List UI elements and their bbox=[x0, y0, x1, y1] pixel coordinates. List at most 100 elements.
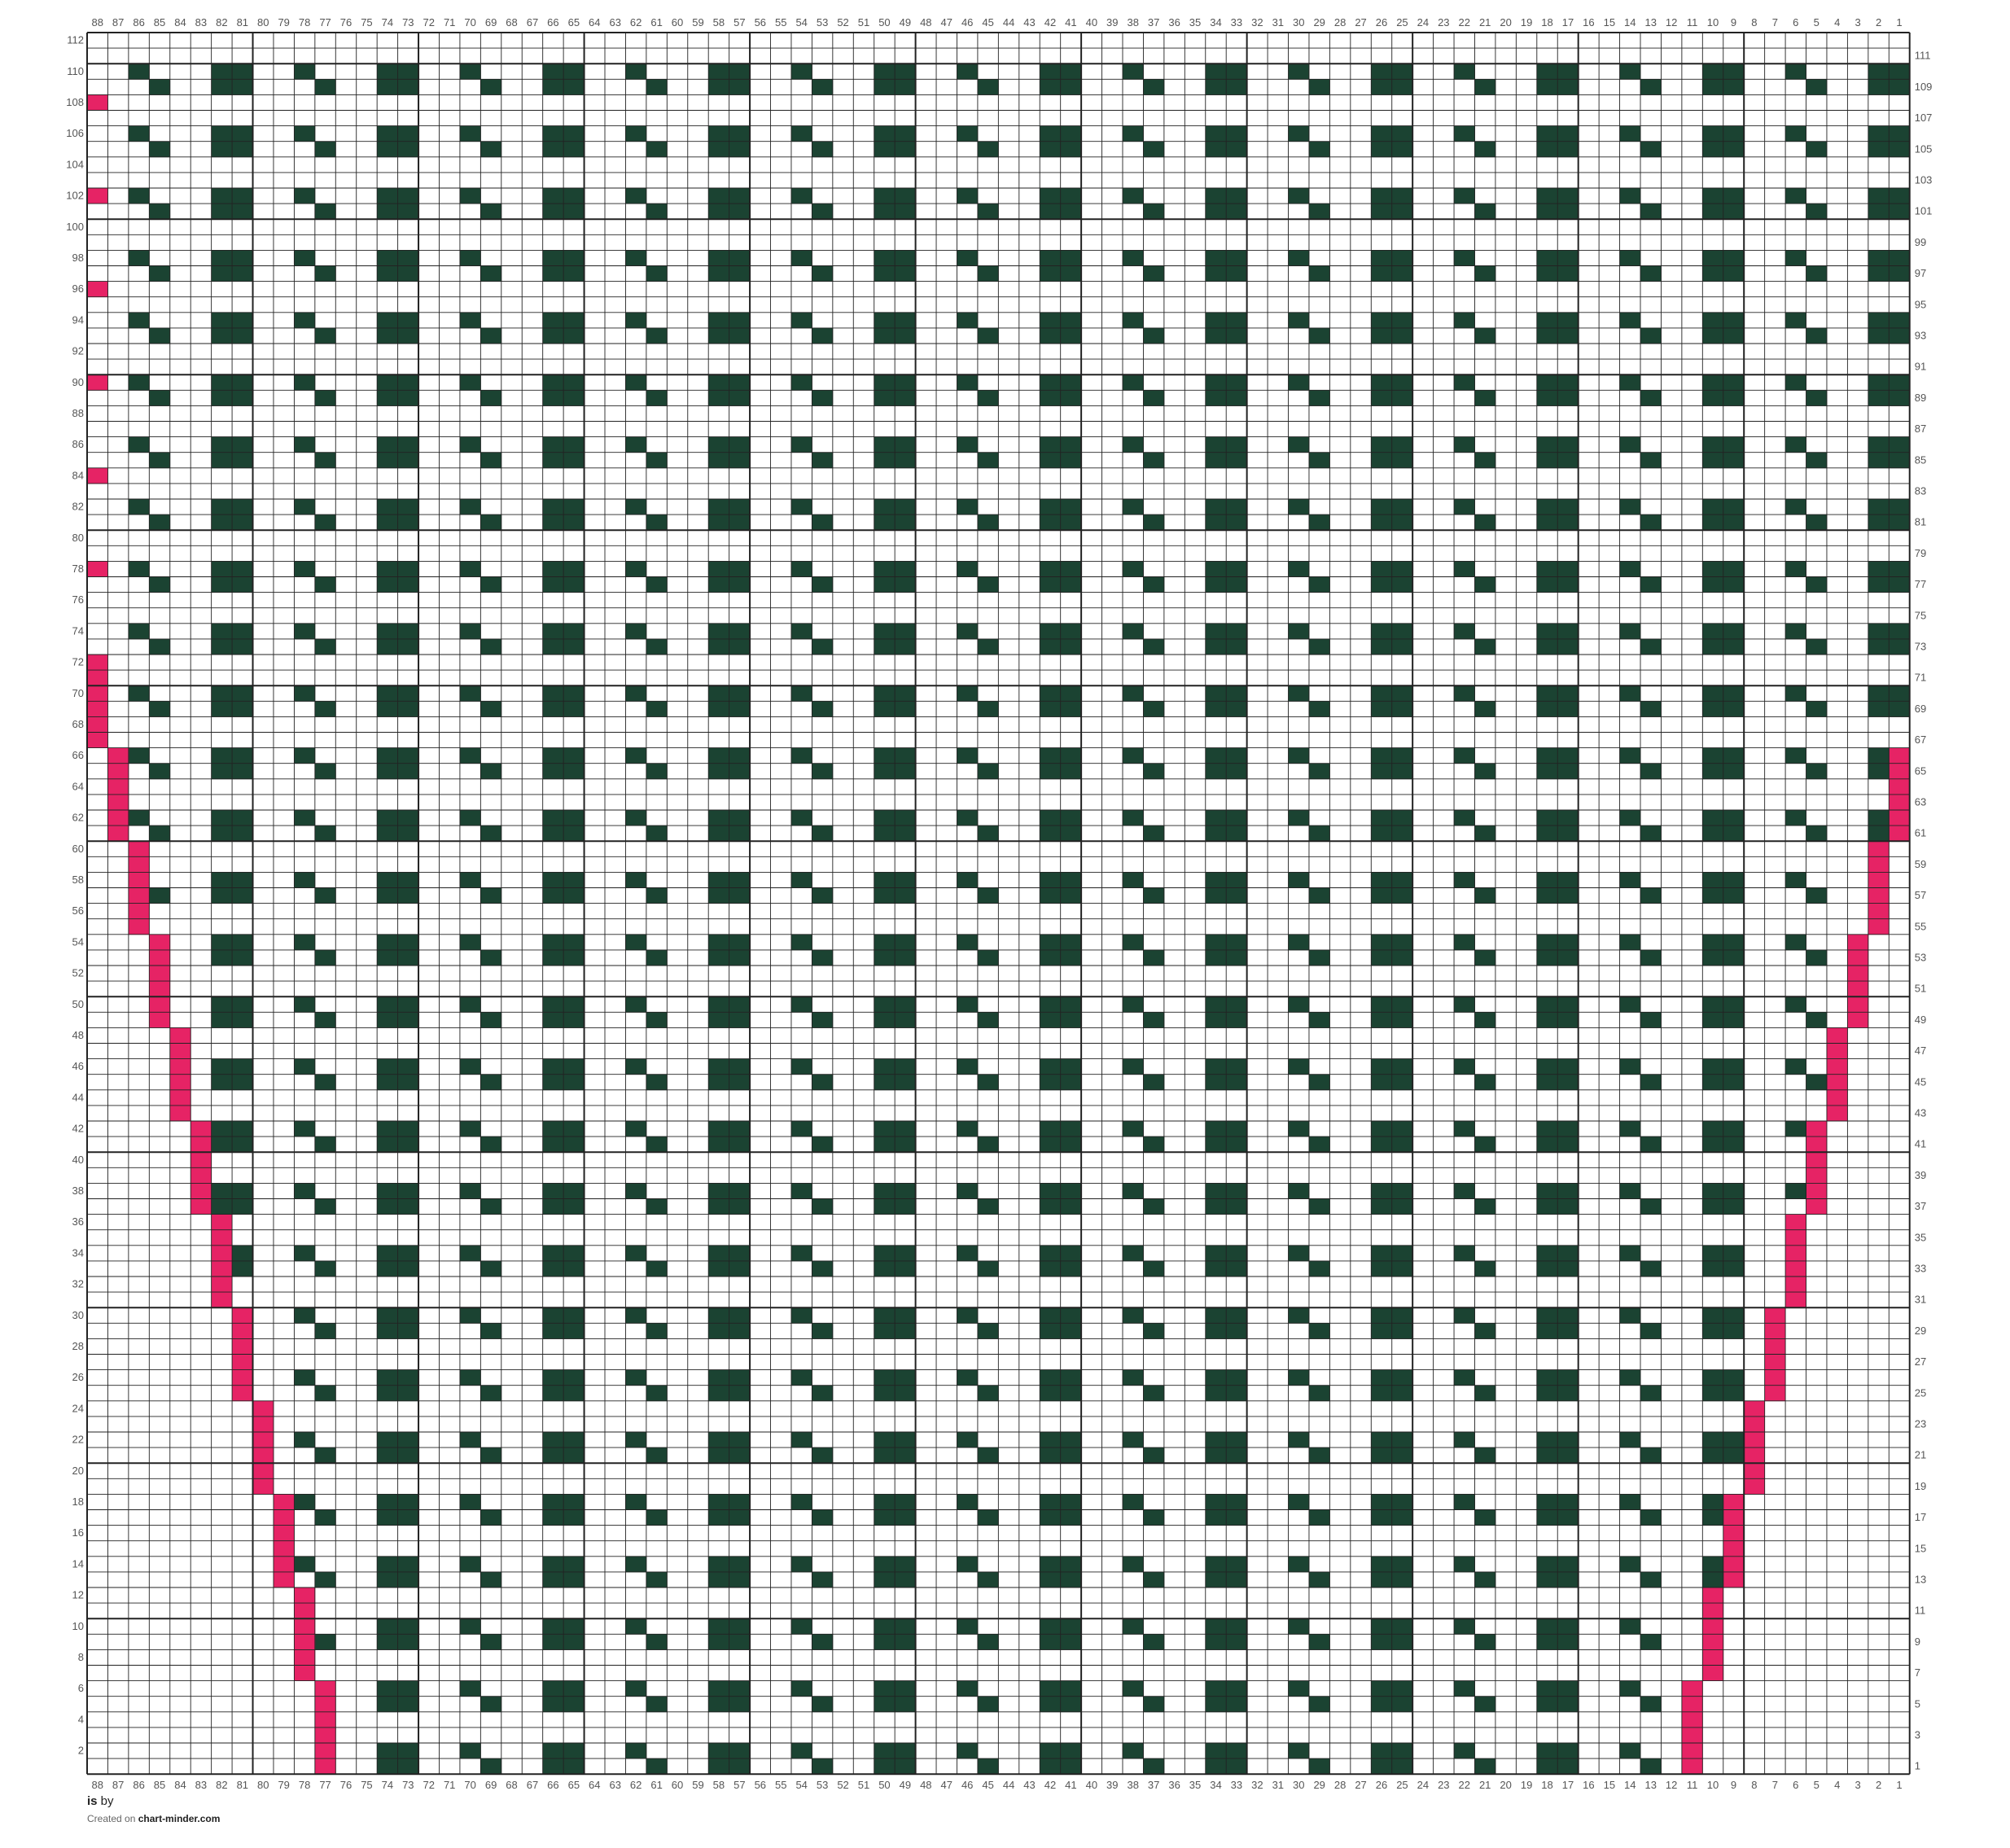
stitch-cell bbox=[480, 825, 502, 842]
stitch-cell bbox=[646, 1696, 668, 1713]
stitch-cell bbox=[957, 1369, 979, 1386]
stitch-cell bbox=[1868, 515, 1890, 531]
stitch-cell bbox=[397, 1369, 419, 1386]
stitch-cell bbox=[149, 763, 171, 780]
stitch-cell bbox=[563, 1323, 585, 1339]
stitch-cell bbox=[1060, 250, 1082, 266]
column-label-bottom: 24 bbox=[1417, 1779, 1429, 1791]
stitch-cell bbox=[1723, 810, 1745, 826]
stitch-cell bbox=[294, 188, 316, 204]
column-label-top: 32 bbox=[1251, 16, 1263, 28]
column-label-bottom: 47 bbox=[941, 1779, 952, 1791]
stitch-cell bbox=[874, 1245, 896, 1262]
contrast-cell bbox=[1702, 1618, 1724, 1635]
stitch-cell bbox=[1226, 1509, 1248, 1526]
stitch-cell bbox=[1702, 1385, 1724, 1402]
stitch-cell bbox=[563, 1121, 585, 1137]
contrast-cell bbox=[1847, 1012, 1869, 1028]
stitch-cell bbox=[232, 623, 253, 640]
stitch-cell bbox=[708, 1012, 730, 1028]
stitch-cell bbox=[397, 810, 419, 826]
stitch-cell bbox=[1040, 576, 1062, 593]
stitch-cell bbox=[1308, 1696, 1330, 1713]
row-label-left: 76 bbox=[72, 593, 84, 606]
stitch-cell bbox=[1308, 1074, 1330, 1091]
stitch-cell bbox=[1391, 312, 1413, 329]
stitch-cell bbox=[314, 390, 336, 406]
stitch-cell bbox=[1205, 1183, 1227, 1199]
contrast-cell bbox=[1826, 1027, 1848, 1044]
stitch-cell bbox=[646, 1385, 668, 1402]
stitch-cell bbox=[542, 934, 564, 951]
contrast-cell bbox=[87, 716, 108, 733]
stitch-cell bbox=[1640, 1385, 1662, 1402]
stitch-cell bbox=[1474, 327, 1496, 344]
stitch-cell bbox=[1474, 1260, 1496, 1277]
stitch-cell bbox=[1640, 327, 1662, 344]
column-label-bottom: 31 bbox=[1272, 1779, 1284, 1791]
stitch-cell bbox=[1040, 499, 1062, 515]
stitch-cell bbox=[729, 1696, 751, 1713]
contrast-cell bbox=[87, 732, 108, 748]
stitch-cell bbox=[1288, 1307, 1310, 1324]
stitch-cell bbox=[377, 872, 398, 888]
stitch-cell bbox=[1308, 763, 1330, 780]
stitch-cell bbox=[1454, 188, 1475, 204]
stitch-cell bbox=[1040, 1447, 1062, 1464]
column-label-top: 72 bbox=[423, 16, 435, 28]
stitch-cell bbox=[1226, 1245, 1248, 1262]
stitch-cell bbox=[542, 390, 564, 406]
stitch-cell bbox=[397, 374, 419, 391]
stitch-cell bbox=[314, 763, 336, 780]
stitch-cell bbox=[563, 125, 585, 142]
column-label-bottom: 42 bbox=[1044, 1779, 1056, 1791]
row-label-left: 30 bbox=[72, 1309, 84, 1321]
stitch-cell bbox=[646, 1509, 668, 1526]
stitch-cell bbox=[729, 887, 751, 904]
credit-link[interactable]: chart-minder.com bbox=[138, 1813, 221, 1824]
contrast-cell bbox=[294, 1665, 316, 1681]
stitch-cell bbox=[314, 1509, 336, 1526]
stitch-cell bbox=[542, 1571, 564, 1588]
stitch-cell bbox=[542, 996, 564, 1013]
stitch-cell bbox=[1868, 701, 1890, 717]
stitch-cell bbox=[790, 1058, 812, 1075]
stitch-cell bbox=[1288, 1618, 1310, 1635]
stitch-cell bbox=[1143, 825, 1165, 842]
stitch-cell bbox=[1454, 934, 1475, 951]
stitch-cell bbox=[211, 810, 233, 826]
stitch-cell bbox=[977, 1260, 999, 1277]
stitch-cell bbox=[1308, 79, 1330, 95]
row-label-right: 81 bbox=[1915, 516, 1926, 528]
column-label-top: 21 bbox=[1479, 16, 1491, 28]
stitch-cell bbox=[459, 747, 481, 764]
column-label-top: 6 bbox=[1793, 16, 1798, 28]
stitch-cell bbox=[874, 763, 896, 780]
stitch-cell bbox=[1123, 872, 1144, 888]
stitch-cell bbox=[729, 312, 751, 329]
row-label-right: 35 bbox=[1915, 1231, 1926, 1243]
stitch-cell bbox=[977, 1385, 999, 1402]
stitch-cell bbox=[1868, 825, 1890, 842]
stitch-cell bbox=[1123, 312, 1144, 329]
column-label-bottom: 65 bbox=[568, 1779, 580, 1791]
stitch-cell bbox=[377, 825, 398, 842]
contrast-cell bbox=[190, 1198, 212, 1215]
stitch-cell bbox=[977, 638, 999, 655]
stitch-cell bbox=[1702, 265, 1724, 282]
stitch-cell bbox=[1889, 576, 1911, 593]
stitch-cell bbox=[397, 1447, 419, 1464]
stitch-cell bbox=[377, 1696, 398, 1713]
stitch-cell bbox=[646, 1634, 668, 1650]
stitch-cell bbox=[1454, 623, 1475, 640]
stitch-cell bbox=[1308, 1447, 1330, 1464]
stitch-cell bbox=[1702, 436, 1724, 453]
stitch-cell bbox=[729, 1245, 751, 1262]
contrast-cell bbox=[128, 903, 150, 920]
stitch-cell bbox=[542, 1494, 564, 1510]
stitch-cell bbox=[1205, 1556, 1227, 1573]
stitch-cell bbox=[1702, 1136, 1724, 1153]
stitch-cell bbox=[1226, 872, 1248, 888]
stitch-cell bbox=[480, 1447, 502, 1464]
stitch-cell bbox=[1454, 996, 1475, 1013]
